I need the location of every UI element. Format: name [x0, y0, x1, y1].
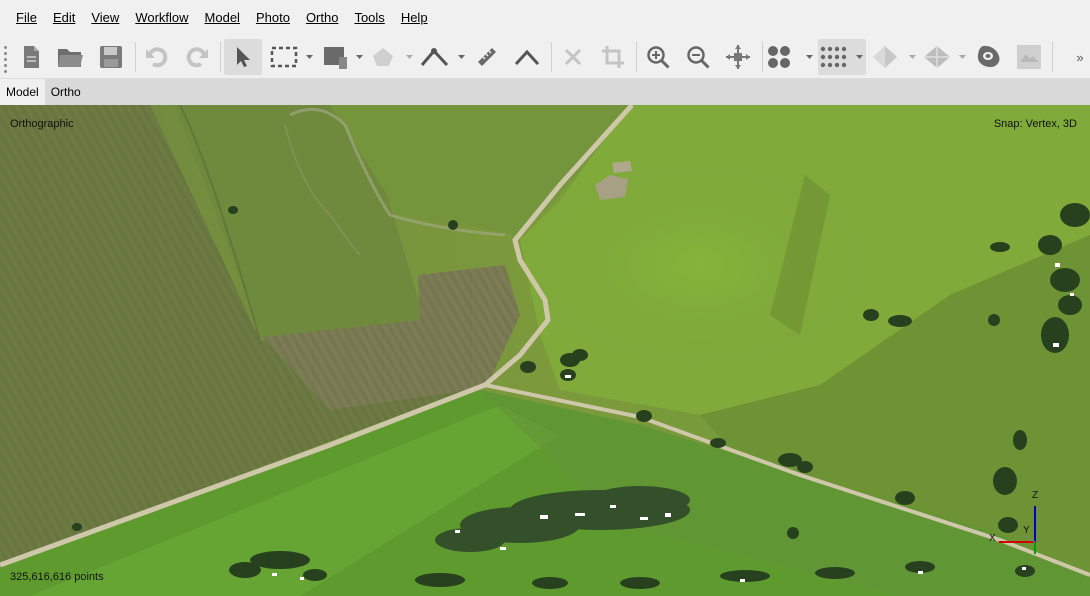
- menu-bar: File Edit View Workflow Model Photo Orth…: [0, 0, 1090, 36]
- aerial-point-cloud-image: [0, 105, 1090, 596]
- ruler-icon: [478, 48, 496, 66]
- toolbar-overflow-button[interactable]: »: [1072, 39, 1088, 75]
- projection-label: Orthographic: [10, 118, 74, 130]
- axis-gizmo: Z X Y: [985, 490, 1055, 560]
- redo-icon: [186, 47, 208, 68]
- ruler-button[interactable]: [470, 39, 504, 75]
- new-project-icon: [24, 46, 39, 68]
- axis-gizmo-lines: [999, 506, 1036, 554]
- navigation-arrow-icon: [237, 47, 250, 67]
- tab-ortho[interactable]: Ortho: [45, 79, 87, 105]
- angle-icon: [514, 49, 540, 66]
- rectangle-selection-button[interactable]: [266, 39, 316, 75]
- menu-file[interactable]: File: [8, 0, 45, 36]
- undo-button[interactable]: [140, 39, 174, 75]
- axis-y-label: Y: [1023, 525, 1030, 536]
- reset-view-icon: [726, 45, 750, 69]
- zoom-out-icon: [687, 46, 710, 69]
- axis-z-label: Z: [1032, 490, 1039, 501]
- delete-selection-button[interactable]: [556, 39, 590, 75]
- delete-icon: [564, 48, 582, 66]
- polygon-tool-button[interactable]: [368, 39, 416, 75]
- polyline-tool-icon: [420, 48, 465, 67]
- navigation-button[interactable]: [224, 39, 262, 75]
- menu-edit[interactable]: Edit: [45, 0, 83, 36]
- tiled-model-button[interactable]: [970, 39, 1008, 75]
- dem-button[interactable]: [1012, 39, 1046, 75]
- point-cloud-icon: [768, 46, 813, 68]
- toolbar-grip[interactable]: [4, 44, 8, 73]
- polygon-tool-icon: [373, 48, 413, 66]
- open-folder-icon: [58, 49, 83, 67]
- snap-label: Snap: Vertex, 3D: [993, 118, 1077, 130]
- main-toolbar: »: [0, 36, 1090, 79]
- reset-view-button[interactable]: [721, 39, 755, 75]
- model-solid-button[interactable]: [870, 39, 918, 75]
- point-cloud-button[interactable]: [766, 39, 816, 75]
- menu-workflow[interactable]: Workflow: [127, 0, 196, 36]
- tab-model[interactable]: Model: [0, 79, 45, 105]
- zoom-out-button[interactable]: [681, 39, 715, 75]
- redo-button[interactable]: [180, 39, 214, 75]
- dense-cloud-button[interactable]: [818, 39, 866, 75]
- save-button[interactable]: [93, 39, 129, 75]
- angle-button[interactable]: [508, 39, 546, 75]
- crop-icon: [602, 46, 624, 68]
- menu-photo[interactable]: Photo: [248, 0, 298, 36]
- menu-help[interactable]: Help: [393, 0, 436, 36]
- rectangle-selection-icon: [270, 46, 313, 68]
- points-count-label: 325,616,616 points: [10, 571, 104, 583]
- model-textured-icon: [924, 46, 966, 68]
- save-icon: [100, 46, 122, 68]
- menu-view[interactable]: View: [83, 0, 127, 36]
- menu-tools[interactable]: Tools: [346, 0, 392, 36]
- open-project-button[interactable]: [52, 39, 88, 75]
- axis-x-label: X: [989, 533, 996, 544]
- dense-cloud-icon: [820, 46, 863, 68]
- crop-selection-button[interactable]: [596, 39, 630, 75]
- view-tabs: Model Ortho: [0, 79, 1090, 105]
- undo-icon: [146, 47, 168, 68]
- menu-ortho[interactable]: Ortho: [298, 0, 347, 36]
- new-project-button[interactable]: [14, 39, 48, 75]
- draw-shape-button[interactable]: [320, 39, 366, 75]
- draw-shape-icon: [324, 47, 363, 69]
- model-solid-icon: [873, 46, 916, 68]
- model-viewport[interactable]: Orthographic Snap: Vertex, 3D 325,616,61…: [0, 105, 1090, 596]
- zoom-in-button[interactable]: [641, 39, 675, 75]
- zoom-in-icon: [647, 46, 670, 69]
- model-textured-button[interactable]: [920, 39, 968, 75]
- tiled-model-icon: [977, 45, 1000, 68]
- polyline-tool-button[interactable]: [418, 39, 468, 75]
- menu-model[interactable]: Model: [197, 0, 248, 36]
- dem-icon: [1017, 45, 1041, 69]
